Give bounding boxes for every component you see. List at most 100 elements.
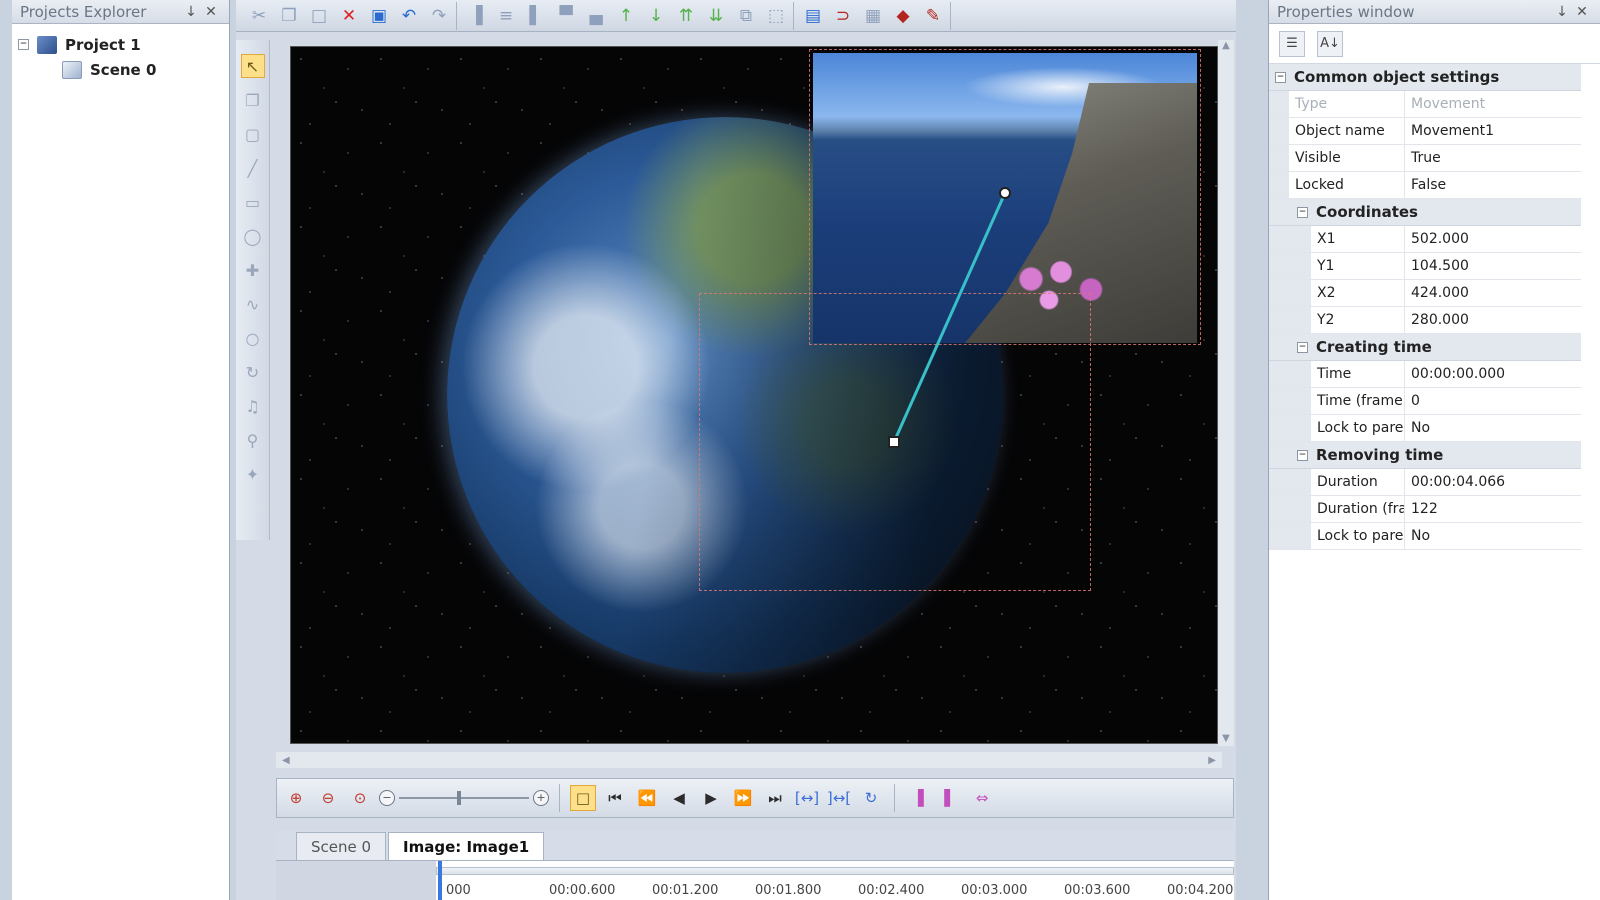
- group-icon[interactable]: ⧉: [735, 5, 757, 27]
- send-backward-icon[interactable]: ↓: [645, 5, 667, 27]
- freehand-icon[interactable]: ∿: [241, 292, 265, 316]
- effect-icon[interactable]: ✦: [241, 462, 265, 486]
- delete-icon[interactable]: ✕: [338, 5, 360, 27]
- preview-icon[interactable]: ▤: [802, 5, 824, 27]
- categorized-view-icon[interactable]: ☰: [1279, 30, 1305, 57]
- zoom-slider[interactable]: − +: [379, 785, 549, 811]
- select-mode-icon[interactable]: □: [570, 785, 596, 811]
- tree-item-project[interactable]: − Project 1: [18, 32, 223, 57]
- zoom-slider-thumb[interactable]: [457, 791, 461, 805]
- zoom-max-icon[interactable]: +: [533, 790, 549, 806]
- bring-forward-icon[interactable]: ↑: [615, 5, 637, 27]
- vertical-scrollbar[interactable]: ▲ ▼: [1218, 40, 1234, 746]
- magnet-icon[interactable]: ⊃: [832, 5, 854, 27]
- tab-scene-0[interactable]: Scene 0: [296, 832, 387, 860]
- property-value[interactable]: 502.000: [1405, 226, 1581, 252]
- property-value[interactable]: False: [1405, 172, 1581, 198]
- image-icon[interactable]: ▢: [241, 122, 265, 146]
- undo-icon[interactable]: ↶: [398, 5, 420, 27]
- horizontal-scrollbar[interactable]: ◀ ▶: [276, 752, 1222, 768]
- property-row-x1[interactable]: X1 502.000: [1269, 226, 1581, 253]
- property-row-lock-to-parent[interactable]: Lock to parent No: [1269, 523, 1581, 550]
- scroll-left-icon[interactable]: ◀: [282, 755, 290, 766]
- scene-canvas[interactable]: [290, 46, 1218, 744]
- cut-icon[interactable]: ✂: [248, 5, 270, 27]
- ungroup-icon[interactable]: ⬚: [765, 5, 787, 27]
- scroll-up-icon[interactable]: ▲: [1218, 40, 1234, 51]
- redo-icon[interactable]: ↷: [428, 5, 450, 27]
- property-value[interactable]: 00:00:04.066: [1405, 469, 1581, 495]
- property-row-object-name[interactable]: Object name Movement1: [1269, 118, 1581, 145]
- property-row-duration[interactable]: Duration 00:00:04.066: [1269, 469, 1581, 496]
- loop-icon[interactable]: ↻: [858, 785, 884, 811]
- collapse-icon[interactable]: −: [1297, 341, 1308, 353]
- property-value[interactable]: 00:00:00.000: [1405, 361, 1581, 387]
- property-row-locked[interactable]: Locked False: [1269, 172, 1581, 199]
- timeline-ruler[interactable]: [436, 867, 1234, 875]
- property-row-lock-to-parent[interactable]: Lock to parent No: [1269, 415, 1581, 442]
- scroll-down-icon[interactable]: ▼: [1218, 733, 1234, 744]
- property-row-time-frame[interactable]: Time (frame) 0: [1269, 388, 1581, 415]
- property-value[interactable]: 122: [1405, 496, 1581, 522]
- timeline-cursor[interactable]: [438, 861, 442, 900]
- align-bottom-icon[interactable]: ▄: [585, 5, 607, 27]
- bring-to-front-icon[interactable]: ⇈: [675, 5, 697, 27]
- property-value[interactable]: True: [1405, 145, 1581, 171]
- stretch-icon[interactable]: ⇔: [969, 785, 995, 811]
- paste-icon[interactable]: □: [308, 5, 330, 27]
- marker-icon[interactable]: ◆: [892, 5, 914, 27]
- zoom-tool-icon[interactable]: ⚲: [241, 428, 265, 452]
- previous-frame-icon[interactable]: ⏪: [634, 785, 660, 811]
- property-value[interactable]: No: [1405, 415, 1581, 441]
- pointer-icon[interactable]: ↖: [240, 54, 265, 78]
- category-coordinates[interactable]: − Coordinates: [1269, 199, 1581, 226]
- pen-icon[interactable]: ✎: [922, 5, 944, 27]
- rotate-icon[interactable]: ↻: [241, 360, 265, 384]
- scroll-right-icon[interactable]: ▶: [1208, 755, 1216, 766]
- align-top-icon[interactable]: ▀: [555, 5, 577, 27]
- timeline[interactable]: 000 00:00.600 00:01.200 00:01.800 00:02.…: [276, 860, 1234, 900]
- property-row-time[interactable]: Time 00:00:00.000: [1269, 361, 1581, 388]
- text-icon[interactable]: ❐: [241, 88, 265, 112]
- align-end-icon[interactable]: ▌: [937, 785, 963, 811]
- movement-icon[interactable]: ✚: [241, 258, 265, 282]
- next-frame-icon[interactable]: ⏩: [730, 785, 756, 811]
- pin-icon[interactable]: ↓: [181, 4, 201, 20]
- rectangle-icon[interactable]: ▭: [241, 190, 265, 214]
- category-creating-time[interactable]: − Creating time: [1269, 334, 1581, 361]
- property-value[interactable]: 280.000: [1405, 307, 1581, 333]
- align-left-icon[interactable]: ▐: [465, 5, 487, 27]
- tree-item-scene[interactable]: Scene 0: [18, 57, 223, 82]
- collapse-icon[interactable]: −: [1297, 449, 1308, 461]
- property-value[interactable]: 0: [1405, 388, 1581, 414]
- property-value[interactable]: Movement1: [1405, 118, 1581, 144]
- zoom-out-icon[interactable]: ⊖: [315, 785, 341, 811]
- align-start-icon[interactable]: ▐: [905, 785, 931, 811]
- circle-icon[interactable]: ○: [241, 326, 265, 350]
- category-common-settings[interactable]: − Common object settings: [1269, 64, 1581, 91]
- alphabetical-sort-icon[interactable]: A↓: [1317, 30, 1343, 57]
- align-center-icon[interactable]: ≡: [495, 5, 517, 27]
- copy-icon[interactable]: ❐: [278, 5, 300, 27]
- property-row-y2[interactable]: Y2 280.000: [1269, 307, 1581, 334]
- property-value[interactable]: No: [1405, 523, 1581, 549]
- line-icon[interactable]: ╱: [241, 156, 265, 180]
- send-to-back-icon[interactable]: ⇊: [705, 5, 727, 27]
- go-to-end-icon[interactable]: ⏭: [762, 785, 788, 811]
- close-icon[interactable]: ✕: [201, 4, 221, 20]
- property-value[interactable]: 424.000: [1405, 280, 1581, 306]
- property-row-y1[interactable]: Y1 104.500: [1269, 253, 1581, 280]
- collapse-icon[interactable]: −: [18, 39, 29, 50]
- mark-out-icon[interactable]: ]↔[: [826, 785, 852, 811]
- category-removing-time[interactable]: − Removing time: [1269, 442, 1581, 469]
- music-icon[interactable]: ♫: [241, 394, 265, 418]
- step-back-icon[interactable]: ◀: [666, 785, 692, 811]
- property-row-duration-frame[interactable]: Duration (fram 122: [1269, 496, 1581, 523]
- fill-icon[interactable]: ▣: [368, 5, 390, 27]
- close-icon[interactable]: ✕: [1572, 4, 1592, 20]
- ellipse-icon[interactable]: ◯: [241, 224, 265, 248]
- zoom-fit-icon[interactable]: ⊙: [347, 785, 373, 811]
- property-row-x2[interactable]: X2 424.000: [1269, 280, 1581, 307]
- zoom-min-icon[interactable]: −: [379, 790, 395, 806]
- movement-line[interactable]: [892, 192, 1007, 443]
